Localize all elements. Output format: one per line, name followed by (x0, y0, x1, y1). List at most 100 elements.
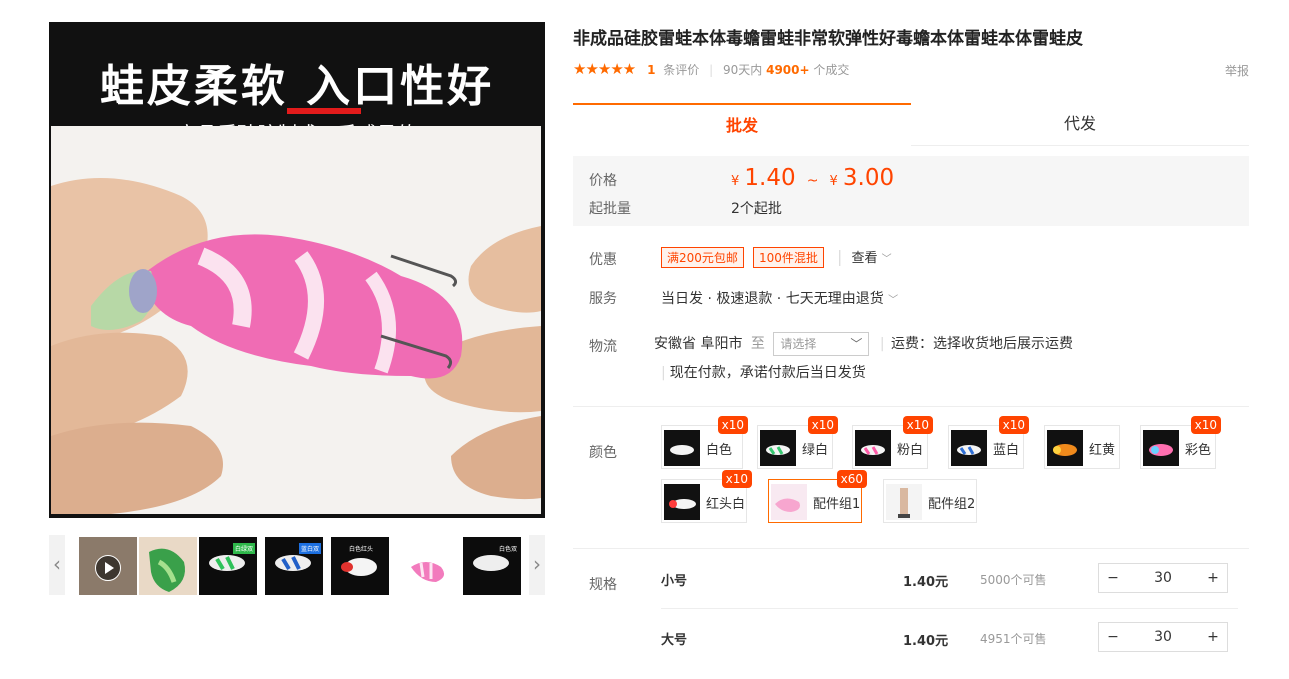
moq-label: 起批量 (589, 201, 631, 217)
currency-symbol: ¥ (731, 174, 740, 189)
color-option[interactable]: 配件组2 (883, 479, 977, 523)
separator: | (709, 63, 714, 77)
price-range: ¥ 1.40 ~ ¥ 3.00 (731, 165, 894, 191)
review-count[interactable]: 1 (647, 63, 655, 77)
blue-white-thumb[interactable]: 蓝白双 (265, 537, 323, 595)
color-name: 粉白 (897, 443, 924, 458)
quantity-badge: x10 (807, 416, 838, 434)
promo-view-label: 查看 (851, 251, 878, 266)
color-name: 白色 (706, 443, 733, 458)
quantity-badge: x10 (721, 470, 752, 488)
coupon-free-shipping[interactable]: 满200元包邮 (661, 247, 744, 268)
service-label: 服务 (589, 291, 617, 307)
spec-price: 1.40元 (903, 634, 949, 649)
shipping-fee: 运费：选择收货地后展示运费 (890, 336, 1073, 352)
tab-wholesale[interactable]: 批发 (573, 103, 911, 147)
service-value: 当日发 · 极速退款 · 七天无理由退货 (661, 291, 884, 307)
color-name: 红黄 (1089, 443, 1116, 458)
color-option[interactable]: 红黄 (1044, 425, 1120, 469)
coupon-mixed-batch[interactable]: 100件混批 (753, 247, 824, 268)
color-thumb (951, 430, 987, 466)
green-frog-thumb[interactable] (139, 537, 197, 595)
quantity-badge: x10 (902, 416, 933, 434)
separator: | (879, 336, 885, 352)
color-option[interactable]: 彩色 x10 (1140, 416, 1221, 469)
spec-stock: 5000个可售 (980, 573, 1047, 587)
moq-value: 2个起批 (731, 201, 782, 217)
pink-thumb[interactable] (401, 537, 459, 595)
destination-placeholder: 请选择 (780, 337, 817, 351)
quantity-stepper: − 30 + (1098, 622, 1228, 652)
color-option[interactable]: 蓝白 x10 (948, 416, 1029, 469)
color-thumb (886, 484, 922, 520)
thumb-tag: 白色双 (498, 546, 517, 553)
chevron-down-icon: ﹀ (888, 295, 899, 306)
rating-stars-icon: ★★★★★ (573, 60, 636, 78)
tab-dropship[interactable]: 代发 (911, 103, 1249, 146)
red-head-thumb[interactable]: 白色红头 (331, 537, 389, 595)
quantity-input[interactable]: 30 (1135, 564, 1191, 592)
color-thumb[interactable]: 白色双 (463, 537, 521, 595)
green-white-thumb[interactable]: 白绿双 (199, 537, 257, 595)
color-name: 彩色 (1185, 443, 1212, 458)
logistics-row: 安徽省 阜阳市 至 请选择 ﹀ | 运费：选择收货地后展示运费 (654, 332, 1073, 356)
video-thumb[interactable] (79, 537, 137, 595)
color-option[interactable]: 红头白 x10 (661, 470, 752, 523)
promo-view-link[interactable]: 查看 ﹀ (851, 251, 891, 266)
price-sep: ~ (806, 173, 819, 189)
delivery-note: | 现在付款，承诺付款后当日发货 (661, 362, 866, 382)
spec-stock: 4951个可售 (980, 632, 1047, 646)
color-thumb (664, 484, 700, 520)
separator: | (837, 247, 843, 266)
spec-name: 大号 (661, 633, 688, 648)
color-thumb (771, 484, 807, 520)
color-option[interactable]: 白色 x10 (661, 416, 748, 469)
color-name: 配件组2 (928, 497, 976, 512)
rating-row: ★★★★★ 1 条评价 | 90天内 4900+ 个成交 (573, 60, 849, 78)
plus-button[interactable]: + (1199, 623, 1227, 651)
play-icon (95, 555, 121, 581)
quantity-input[interactable]: 30 (1135, 623, 1191, 651)
price-low: 1.40 (744, 165, 796, 191)
review-label[interactable]: 条评价 (663, 63, 699, 77)
color-option-selected[interactable]: 配件组1 x60 (768, 470, 867, 523)
product-photo (51, 126, 541, 514)
minus-button[interactable]: − (1099, 623, 1127, 651)
service-text[interactable]: 当日发 · 极速退款 · 七天无理由退货 ﹀ (661, 288, 898, 308)
report-link[interactable]: 举报 (1225, 62, 1249, 79)
thumb-prev-arrow[interactable]: ‹ (49, 535, 65, 595)
thumbnail-strip: ‹ 白绿双 蓝白双 白色红头 白色双 › (49, 535, 545, 595)
delivery-note-text: 现在付款，承诺付款后当日发货 (669, 365, 866, 381)
coupon-list: 满200元包邮 100件混批 | 查看 ﹀ (661, 247, 892, 268)
plus-button[interactable]: + (1199, 564, 1227, 592)
sold-prefix: 90天内 (722, 63, 763, 77)
divider (661, 608, 1238, 609)
thumb-tag: 白色红头 (348, 546, 373, 553)
sold-count: 4900+ (766, 63, 810, 77)
thumb-next-arrow[interactable]: › (529, 535, 545, 595)
quantity-badge: x60 (836, 470, 867, 488)
currency-symbol: ¥ (829, 174, 838, 189)
promo-label: 优惠 (589, 252, 617, 268)
separator: | (661, 365, 666, 381)
logistics-to: 至 (750, 336, 765, 352)
price-label: 价格 (589, 173, 617, 189)
color-name: 蓝白 (993, 443, 1020, 458)
minus-button[interactable]: − (1099, 564, 1127, 592)
quantity-stepper: − 30 + (1098, 563, 1228, 593)
color-name: 红头白 (706, 497, 746, 512)
main-product-image[interactable]: 蛙皮柔软 入口性好 高品质硅胶制成，手感柔软 (49, 22, 545, 518)
color-option[interactable]: 绿白 x10 (757, 416, 838, 469)
color-label: 颜色 (589, 445, 617, 461)
color-thumb (855, 430, 891, 466)
spec-price: 1.40元 (903, 575, 949, 590)
destination-select[interactable]: 请选择 ﹀ (773, 332, 870, 356)
spec-row: 大号 1.40元 4951个可售 − 30 + (661, 611, 1238, 667)
quantity-badge: x10 (717, 416, 748, 434)
color-thumb (1047, 430, 1083, 466)
divider (573, 548, 1249, 549)
banner-title: 蛙皮柔软 入口性好 (99, 61, 495, 112)
spec-name: 小号 (661, 574, 688, 589)
color-option[interactable]: 粉白 x10 (852, 416, 933, 469)
price-high: 3.00 (842, 165, 895, 191)
